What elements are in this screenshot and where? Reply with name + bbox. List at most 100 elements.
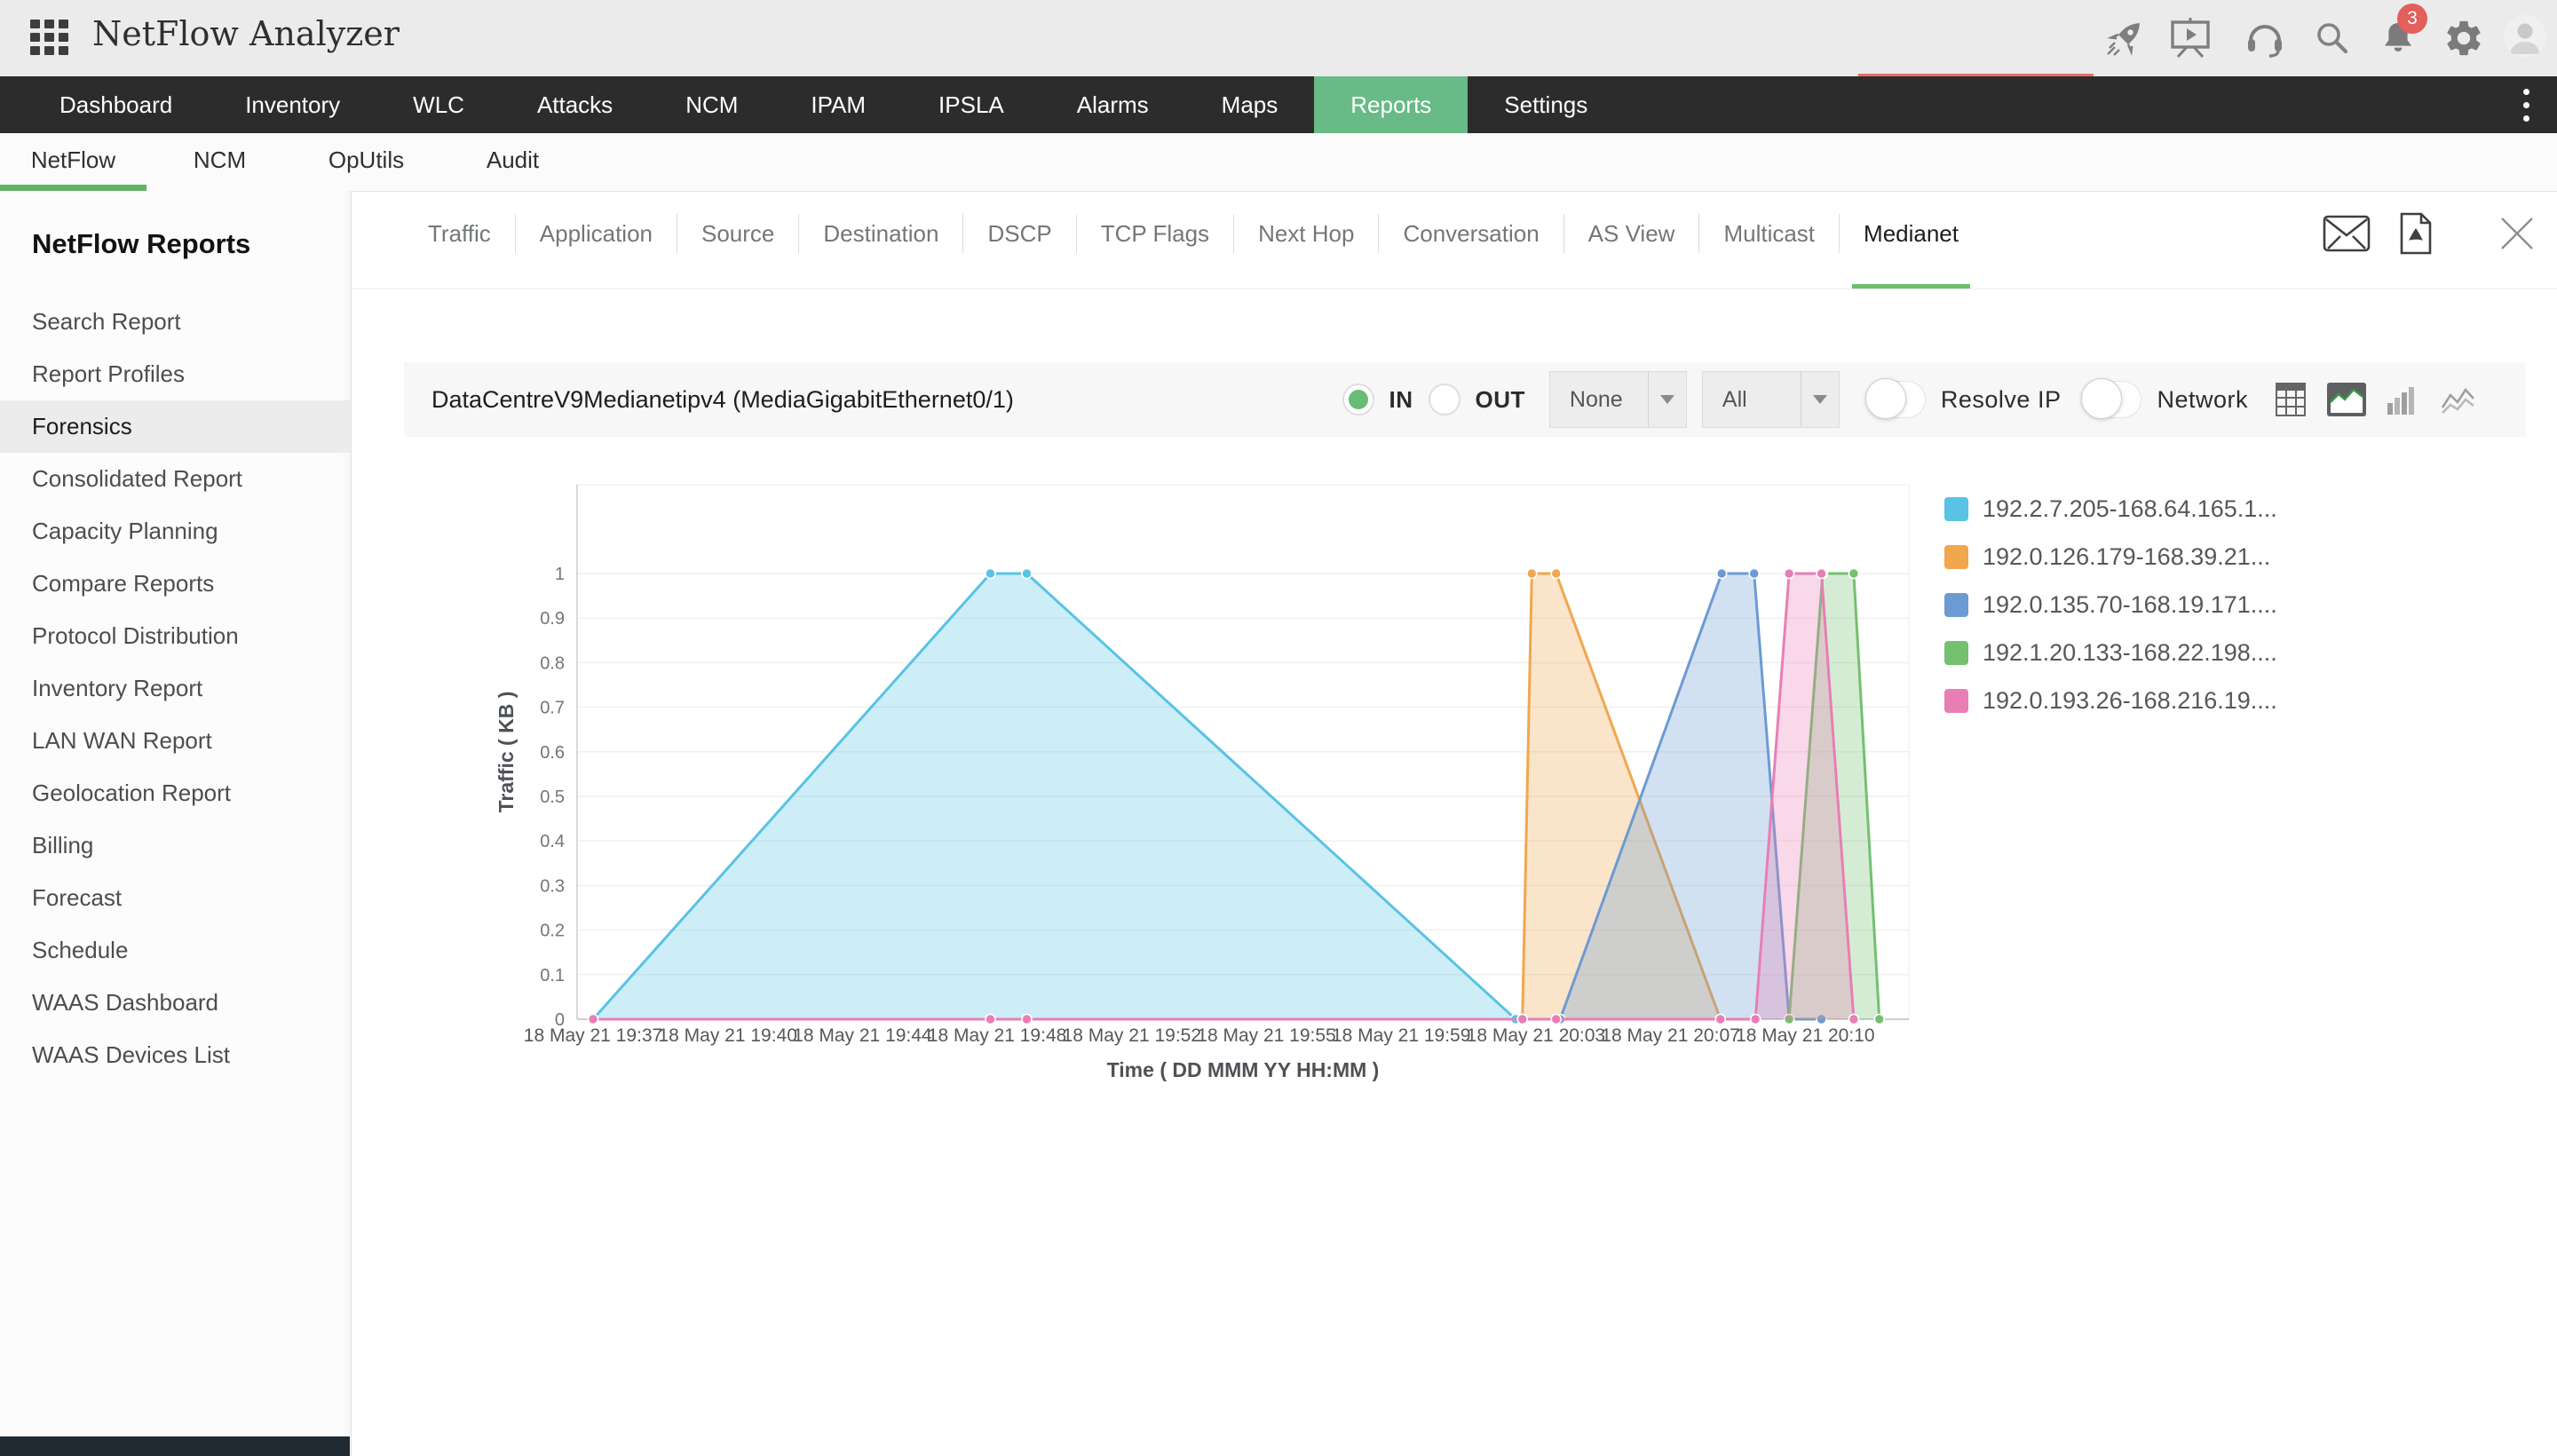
x-tick-label: 18 May 21 20:07 [1601,1025,1739,1046]
legend-item-192-0-135-70-168-19-171[interactable]: 192.0.135.70-168.19.171.... [1944,581,2277,629]
mail-export-icon[interactable] [2323,211,2371,256]
traffic-area-chart: 00.10.20.30.40.50.60.70.80.9118 May 21 1… [351,408,2082,1110]
sidebar-item-search-report[interactable]: Search Report [0,296,351,348]
x-tick-label: 18 May 21 19:55 [1197,1025,1335,1046]
nav-item-reports[interactable]: Reports [1314,76,1468,133]
subnav-item-audit[interactable]: Audit [439,133,586,191]
legend-item-192-0-126-179-168-39-21[interactable]: 192.0.126.179-168.39.21... [1944,533,2277,581]
sidebar-item-billing[interactable]: Billing [0,819,351,872]
presentation-play-icon[interactable] [2168,16,2213,60]
pdf-export-icon[interactable] [2392,211,2440,256]
series-marker-192-0-193-26-168-216-19 [1517,1015,1527,1025]
network-toggle[interactable] [2083,381,2141,418]
y-tick-label: 0.6 [540,743,565,763]
tab-conversation[interactable]: Conversation [1378,214,1563,253]
nav-item-maps[interactable]: Maps [1185,76,1315,133]
legend-item-192-0-193-26-168-216-19[interactable]: 192.0.193.26-168.216.19.... [1944,677,2277,724]
series-marker-192-0-193-26-168-216-19 [1551,1015,1561,1025]
x-tick-label: 18 May 21 19:52 [1063,1025,1201,1046]
sidebar-item-schedule[interactable]: Schedule [0,924,351,977]
legend-item-192-1-20-133-168-22-198[interactable]: 192.1.20.133-168.22.198.... [1944,629,2277,677]
avatar[interactable] [2504,15,2546,58]
gear-icon[interactable] [2442,16,2486,60]
x-tick-label: 18 May 21 20:03 [1467,1025,1605,1046]
sidebar-item-forecast[interactable]: Forecast [0,872,351,924]
series-marker-192-0-135-70-168-19-171 [1717,569,1727,579]
sidebar-item-waas-dashboard[interactable]: WAAS Dashboard [0,977,351,1029]
bar-chart-icon[interactable] [2382,380,2423,419]
sidebar-item-capacity-planning[interactable]: Capacity Planning [0,505,351,558]
y-tick-label: 0.5 [540,787,565,807]
notification-badge: 3 [2397,4,2427,34]
legend-label: 192.1.20.133-168.22.198.... [1983,639,2277,667]
tab-traffic[interactable]: Traffic [404,214,515,253]
close-icon[interactable] [2493,211,2541,256]
series-marker-192-0-193-26-168-216-19 [1751,1015,1761,1025]
y-tick-label: 0.9 [540,609,565,629]
sidebar-item-forensics[interactable]: Forensics [0,400,351,453]
legend-item-192-2-7-205-168-64-165-1[interactable]: 192.2.7.205-168.64.165.1... [1944,485,2277,533]
tab-next-hop[interactable]: Next Hop [1233,214,1378,253]
tab-application[interactable]: Application [515,214,677,253]
rocket-icon[interactable] [2102,16,2147,60]
subnav-item-ncm[interactable]: NCM [146,133,293,191]
series-marker-192-0-126-179-168-39-21 [1551,569,1561,579]
x-axis-title: Time ( DD MMM YY HH:MM ) [1107,1058,1380,1081]
nav-overflow-kebab-icon[interactable] [2495,76,2557,133]
chart-legend: 192.2.7.205-168.64.165.1... 192.0.126.179… [1944,485,2277,724]
sidebar-title: NetFlow Reports [32,228,250,260]
series-marker-192-0-193-26-168-216-19 [1785,569,1794,579]
subnav-item-oputils[interactable]: OpUtils [293,133,439,191]
sidebar-item-geolocation-report[interactable]: Geolocation Report [0,767,351,819]
app-launcher-grid-icon[interactable] [30,20,71,59]
table-view-icon[interactable] [2270,380,2311,419]
area-chart-selected-icon[interactable] [2326,380,2367,419]
nav-item-wlc[interactable]: WLC [376,76,501,133]
tab-tcp-flags[interactable]: TCP Flags [1076,214,1233,253]
nav-item-settings[interactable]: Settings [1468,76,1624,133]
x-tick-label: 18 May 21 19:37 [524,1025,662,1046]
nav-item-ipam[interactable]: IPAM [774,76,902,133]
tab-medianet[interactable]: Medianet [1839,214,1983,253]
sidebar-items: Search ReportReport ProfilesForensicsCon… [0,296,351,1081]
sidebar-item-protocol-distribution[interactable]: Protocol Distribution [0,610,351,662]
series-marker-192-0-193-26-168-216-19 [1022,1015,1032,1025]
sidebar-item-waas-devices-list[interactable]: WAAS Devices List [0,1029,351,1081]
legend-label: 192.2.7.205-168.64.165.1... [1983,495,2277,523]
sidebar-item-inventory-report[interactable]: Inventory Report [0,662,351,715]
tab-destination[interactable]: Destination [798,214,962,253]
x-tick-label: 18 May 21 19:44 [793,1025,932,1046]
x-tick-label: 18 May 21 19:48 [928,1025,1066,1046]
tab-dscp[interactable]: DSCP [962,214,1075,253]
series-marker-192-0-193-26-168-216-19 [1715,1015,1725,1025]
y-tick-label: 0.2 [540,922,565,941]
sidebar-item-report-profiles[interactable]: Report Profiles [0,348,351,400]
sidebar-item-compare-reports[interactable]: Compare Reports [0,558,351,610]
legend-swatch [1944,545,1968,569]
sidebar-item-lan-wan-report[interactable]: LAN WAN Report [0,715,351,767]
nav-item-ncm[interactable]: NCM [649,76,774,133]
nav-item-attacks[interactable]: Attacks [501,76,649,133]
nav-items: DashboardInventoryWLCAttacksNCMIPAMIPSLA… [0,76,1624,133]
nav-item-inventory[interactable]: Inventory [209,76,376,133]
search-icon[interactable] [2310,16,2355,60]
line-chart-icon[interactable] [2438,380,2479,419]
netflow-analyzer-app: { "header": { "title": "NetFlow Analyzer… [0,0,2557,1456]
series-marker-192-1-20-133-168-22-198 [1848,569,1858,579]
nav-item-alarms[interactable]: Alarms [1041,76,1185,133]
sidebar: NetFlow Reports Search ReportReport Prof… [0,191,352,1456]
nav-item-ipsla[interactable]: IPSLA [902,76,1041,133]
headset-icon[interactable] [2243,16,2287,60]
series-marker-192-2-7-205-168-64-165-1 [986,569,995,579]
sidebar-item-consolidated-report[interactable]: Consolidated Report [0,453,351,505]
tab-as-view[interactable]: AS View [1563,214,1699,253]
nav-item-dashboard[interactable]: Dashboard [23,76,209,133]
tab-source[interactable]: Source [677,214,798,253]
series-marker-192-0-135-70-168-19-171 [1749,569,1759,579]
app-title: NetFlow Analyzer [92,14,400,53]
subnav-item-netflow[interactable]: NetFlow [0,133,146,191]
series-marker-192-2-7-205-168-64-165-1 [1022,569,1032,579]
legend-swatch [1944,497,1968,521]
tab-multicast[interactable]: Multicast [1698,214,1839,253]
y-axis-title: Traffic ( KB ) [495,692,518,813]
